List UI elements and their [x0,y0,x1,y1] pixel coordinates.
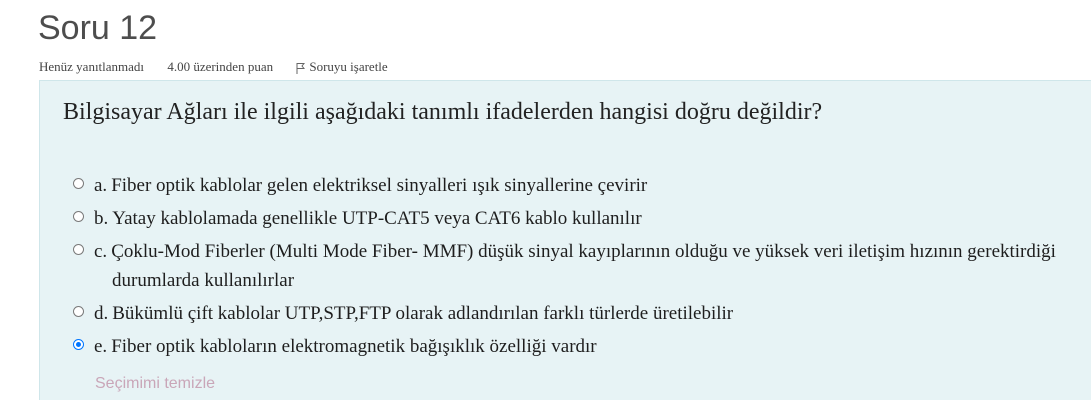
question-grade: 4.00 üzerinden puan [167,59,274,74]
answer-text: Bükümlü çift kablolar UTP,STP,FTP olarak… [112,303,734,324]
flag-question-link[interactable]: Soruyu işaretle [296,59,388,74]
radio-option-a[interactable] [73,178,84,189]
question-title: Soru 12 [38,9,158,47]
flag-icon [296,61,306,79]
radio-option-c[interactable] [73,244,84,255]
answer-option-a[interactable]: a. Fiber optik kablolar gelen elektriksel… [70,171,1070,200]
answer-text: Fiber optik kablolar gelen elektriksel s… [111,175,648,196]
answer-label-a[interactable]: a. Fiber optik kablolar gelen elektriksel… [94,171,647,200]
answer-label-e[interactable]: e. Fiber optik kabloların elektromagnetik… [94,332,597,361]
answer-list: a. Fiber optik kablolar gelen elektriksel… [70,171,1070,365]
answer-letter: d. [94,303,109,324]
clear-choice-link[interactable]: Seçimimi temizle [95,373,215,395]
answer-label-d[interactable]: d. Bükümlü çift kablolar UTP,STP,FTP olar… [94,299,733,328]
answer-text: Yatay kablolamada genellikle UTP-CAT5 ve… [112,208,642,229]
answer-letter: e. [94,336,108,357]
answer-option-b[interactable]: b. Yatay kablolamada genellikle UTP-CAT5 … [70,204,1070,233]
answer-text: Fiber optik kabloların elektromagnetik b… [111,336,597,357]
answer-option-c[interactable]: c. Çoklu-Mod Fiberler (Multi Mode Fiber- … [70,237,1070,295]
radio-option-e[interactable] [73,339,84,350]
answer-letter: b. [94,208,109,229]
question-info: Henüz yanıtlanmadı 4.00 üzerinden puan S… [39,58,388,79]
answer-text: Çoklu-Mod Fiberler (Multi Mode Fiber- MM… [111,241,1056,291]
answer-letter: a. [94,175,108,196]
answer-label-c[interactable]: c. Çoklu-Mod Fiberler (Multi Mode Fiber- … [94,237,1070,295]
answer-option-e[interactable]: e. Fiber optik kabloların elektromagnetik… [70,332,1070,361]
question-state: Henüz yanıtlanmadı [39,59,145,74]
flag-question-label: Soruyu işaretle [309,59,388,74]
answer-option-d[interactable]: d. Bükümlü çift kablolar UTP,STP,FTP olar… [70,299,1070,328]
answer-letter: c. [94,241,108,262]
question-text: Bilgisayar Ağları ile ilgili aşağıdaki t… [63,99,823,125]
radio-option-d[interactable] [73,306,84,317]
radio-option-b[interactable] [73,211,84,222]
answer-label-b[interactable]: b. Yatay kablolamada genellikle UTP-CAT5 … [94,204,642,233]
question-formulation: Bilgisayar Ağları ile ilgili aşağıdaki t… [39,80,1091,400]
